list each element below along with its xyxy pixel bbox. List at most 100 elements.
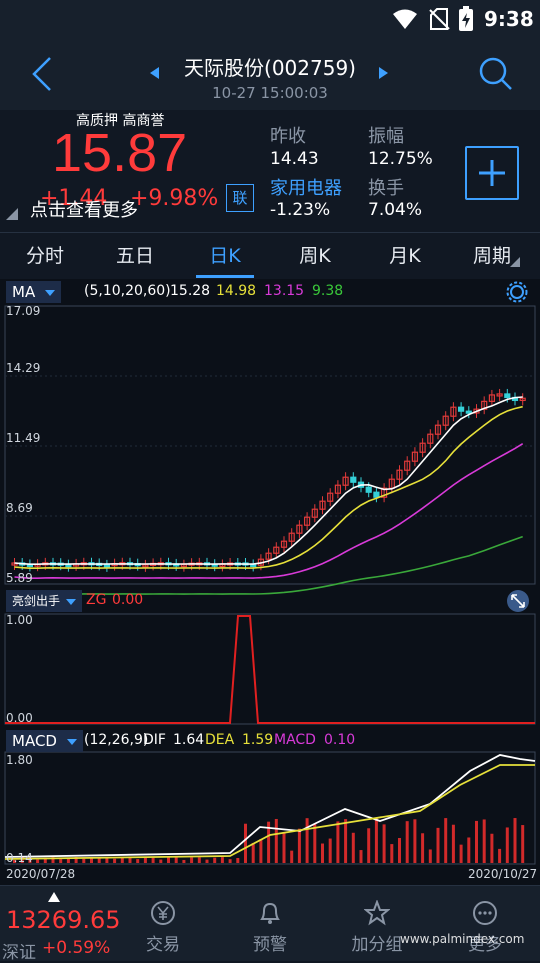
tab-daily-k[interactable]: 日K <box>180 233 270 279</box>
tab-intraday[interactable]: 分时 <box>0 233 90 279</box>
macd-bar <box>498 848 502 863</box>
back-arrow-icon[interactable] <box>30 56 54 92</box>
prev-close-label: 昨收 <box>270 126 306 147</box>
nav-alert-label: 预警 <box>253 935 287 955</box>
y-label-2: 14.29 <box>6 361 41 375</box>
macd-bar <box>128 858 132 863</box>
amplitude-label: 振幅 <box>368 126 404 147</box>
last-price: 15.87 <box>52 123 188 183</box>
macd-bar <box>321 843 324 863</box>
macd-bar <box>513 818 517 863</box>
end-date: 2020/10/27 <box>468 867 538 881</box>
add-watchlist-button[interactable] <box>465 146 519 200</box>
tab-monthly-k[interactable]: 月K <box>360 233 450 279</box>
macd-bar <box>328 838 332 863</box>
macd-bar <box>413 819 417 863</box>
macd-y-label-2: 0.14 <box>6 851 33 865</box>
next-stock-icon[interactable] <box>378 66 390 80</box>
sector-link[interactable]: 家用电器 <box>270 174 342 200</box>
macd-bar <box>259 839 263 863</box>
ma5-line <box>14 396 523 566</box>
quote-panel[interactable]: 高质押 高商誉 15.87 +1.44 +9.98% 点击查看更多 联 昨收 1… <box>0 110 540 232</box>
candle-body <box>365 486 372 493</box>
macd-params: (12,26,9) <box>84 732 149 748</box>
prev-close-value: 14.43 <box>270 149 319 169</box>
zg-panel-frame <box>4 613 536 725</box>
macd-bar <box>90 858 93 863</box>
tab-period[interactable]: 周期 <box>448 233 536 279</box>
nav-alert[interactable]: 预警 <box>225 886 315 955</box>
macd-bar <box>351 832 355 863</box>
macd-bar <box>482 819 486 863</box>
macd-bar <box>344 819 348 863</box>
candle-body <box>465 410 472 414</box>
view-more-hint[interactable]: 点击查看更多 <box>30 196 138 222</box>
dif-label: DIF <box>143 732 166 748</box>
tab-weekly-k[interactable]: 周K <box>270 233 360 279</box>
index-change: +0.59% <box>42 938 111 958</box>
candle-body <box>350 476 357 483</box>
macd-bar <box>205 859 209 863</box>
search-icon[interactable] <box>478 56 514 92</box>
sector-change: -1.23% <box>270 200 331 220</box>
macd-bar <box>428 849 432 863</box>
index-up-triangle-icon <box>48 892 60 902</box>
zg-indicator-dropdown[interactable]: 亮剑出手 <box>6 590 83 612</box>
macd-bar <box>313 824 317 863</box>
macd-bar <box>305 818 309 863</box>
no-sim-icon <box>429 8 450 30</box>
index-value[interactable]: 13269.65 <box>6 906 121 934</box>
kline-svg <box>4 305 536 865</box>
corner-triangle-icon <box>6 208 18 220</box>
macd-bar <box>113 858 117 863</box>
period-tabs: 分时 五日 日K 周K 月K 周期 <box>0 232 540 280</box>
previous-stock-icon[interactable] <box>148 66 160 80</box>
nav-add-group-label: 加分组 <box>351 935 403 955</box>
macd-bar <box>475 820 478 863</box>
wifi-icon <box>393 9 417 29</box>
macd-bar <box>136 859 140 863</box>
tab-five-day[interactable]: 五日 <box>90 233 180 279</box>
turnover-label: 换手 <box>368 178 404 199</box>
y-label-3: 11.49 <box>6 431 41 445</box>
macd-bar <box>367 828 371 863</box>
bottom-nav: 13269.65 深证 +0.59% 交易 预警 加分组 更多 www.palm… <box>0 885 540 963</box>
active-tab-indicator <box>196 275 254 278</box>
macd-bar <box>382 824 386 863</box>
macd-bar <box>374 818 378 863</box>
stock-title: 天际股份(002759) <box>184 56 356 80</box>
y-label-5: 5.89 <box>6 571 33 585</box>
macd-bar <box>436 827 440 863</box>
macd-value: 0.10 <box>324 732 356 748</box>
macd-indicator-dropdown[interactable]: MACD <box>6 730 83 752</box>
candle-body <box>373 491 380 498</box>
macd-bar <box>459 844 463 863</box>
macd-indicator-name: MACD <box>12 732 57 750</box>
clock: 9:38 <box>484 7 534 31</box>
status-bar: 9:38 <box>0 0 540 40</box>
zg-y-label-1: 1.00 <box>6 613 33 627</box>
bell-icon <box>260 902 280 924</box>
kline-chart-area[interactable]: MA (5,10,20,60) 15.28 14.98 13.15 9.38 1… <box>0 279 540 885</box>
zg-value: 0.00 <box>112 592 144 608</box>
quote-datetime: 10-27 15:00:03 <box>212 84 328 102</box>
macd-y-label-1: 1.80 <box>6 753 33 767</box>
macd-bar <box>36 859 40 863</box>
macd-bar <box>228 859 232 863</box>
candle-body <box>65 564 72 568</box>
zg-label: ZG <box>86 592 107 608</box>
macd-bar <box>159 859 163 863</box>
macd-bar <box>444 818 448 863</box>
dea-label: DEA <box>205 732 235 748</box>
nav-trade[interactable]: 交易 <box>118 886 208 955</box>
dif-value: 1.64 <box>173 732 205 748</box>
y-label-1: 17.09 <box>6 304 41 318</box>
index-name: 深证 <box>2 943 36 963</box>
expand-icon[interactable] <box>506 589 530 613</box>
candle-body <box>103 564 111 568</box>
lian-badge[interactable]: 联 <box>226 184 254 212</box>
macd-label: MACD <box>274 732 316 748</box>
start-date: 2020/07/28 <box>6 867 76 881</box>
zg-y-label-2: 0.00 <box>6 711 33 725</box>
macd-bar <box>244 823 247 863</box>
